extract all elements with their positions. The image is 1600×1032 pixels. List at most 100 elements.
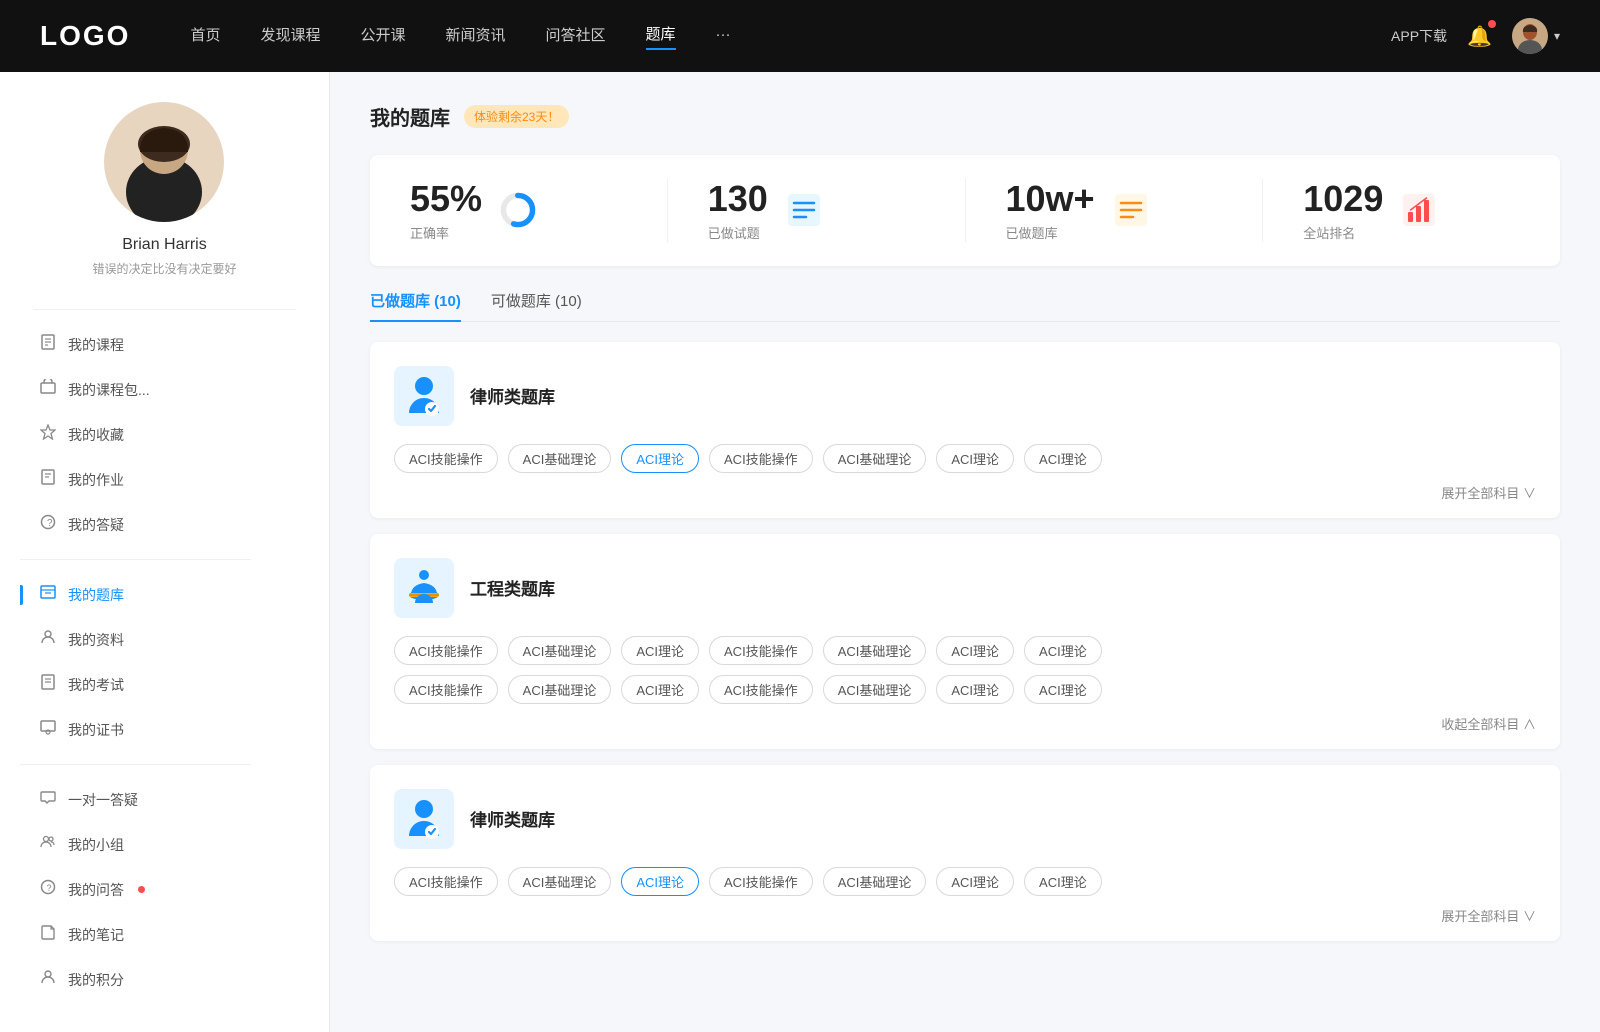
sidebar-item-one-on-one[interactable]: 一对一答疑 bbox=[20, 777, 309, 822]
bank-tag[interactable]: ACI理论 bbox=[1024, 444, 1102, 473]
sidebar-menu: 我的课程 我的课程包... 我的收藏 我的作业 bbox=[0, 322, 329, 1002]
stats-card: 55% 正确率 130 已做试题 bbox=[370, 155, 1560, 266]
stat-correct-rate: 55% 正确率 bbox=[370, 179, 668, 242]
group-icon bbox=[40, 834, 56, 855]
sidebar-item-profile-data[interactable]: 我的资料 bbox=[20, 617, 309, 662]
bank-tag[interactable]: ACI理论 bbox=[936, 636, 1014, 665]
nav-more[interactable]: ··· bbox=[716, 26, 731, 47]
expand-button-lawyer-1[interactable]: 展开全部科目 ∨ bbox=[1441, 483, 1536, 502]
sidebar-item-notes[interactable]: 我的笔记 bbox=[20, 912, 309, 957]
bank-tag[interactable]: ACI基础理论 bbox=[823, 636, 927, 665]
profile-motto: 错误的决定比没有决定要好 bbox=[92, 260, 236, 277]
sidebar-label-points: 我的积分 bbox=[68, 970, 124, 990]
bank-header-lawyer-1: 律师类题库 bbox=[394, 366, 1536, 426]
nav-discover[interactable]: 发现课程 bbox=[260, 24, 320, 49]
notification-bell[interactable]: 🔔 bbox=[1467, 24, 1492, 49]
bank-tag[interactable]: ACI理论 bbox=[621, 636, 699, 665]
bank-tag[interactable]: ACI理论 bbox=[621, 675, 699, 704]
bank-tag-active[interactable]: ACI理论 bbox=[621, 444, 699, 473]
bank-tabs: 已做题库 (10) 可做题库 (10) bbox=[370, 290, 1560, 322]
stat-value-correct: 55% bbox=[410, 179, 482, 219]
stat-value-ranking: 1029 bbox=[1303, 179, 1383, 219]
bank-tag[interactable]: ACI基础理论 bbox=[508, 675, 612, 704]
tab-available-banks[interactable]: 可做题库 (10) bbox=[491, 290, 582, 321]
profile-data-icon bbox=[40, 629, 56, 650]
homework-icon bbox=[40, 469, 56, 490]
nav-open-course[interactable]: 公开课 bbox=[360, 24, 405, 49]
sidebar-divider-top bbox=[33, 309, 296, 310]
sidebar: Brian Harris 错误的决定比没有决定要好 我的课程 我的课程包... bbox=[0, 72, 330, 1032]
nav-qa[interactable]: 问答社区 bbox=[546, 24, 606, 49]
sidebar-item-questions[interactable]: ? 我的答疑 bbox=[20, 502, 309, 547]
bank-tag[interactable]: ACI技能操作 bbox=[394, 444, 498, 473]
bank-tag[interactable]: ACI理论 bbox=[1024, 867, 1102, 896]
bank-tag[interactable]: ACI理论 bbox=[1024, 675, 1102, 704]
bank-tag[interactable]: ACI基础理论 bbox=[823, 867, 927, 896]
nav-bank[interactable]: 题库 bbox=[646, 23, 676, 50]
nav-home[interactable]: 首页 bbox=[190, 24, 220, 49]
page-header: 我的题库 体验剩余23天！ bbox=[370, 102, 1560, 131]
points-icon bbox=[40, 969, 56, 990]
bank-tag[interactable]: ACI技能操作 bbox=[394, 867, 498, 896]
stat-text-ranking: 1029 全站排名 bbox=[1303, 179, 1383, 242]
bank-tag[interactable]: ACI技能操作 bbox=[709, 675, 813, 704]
header: LOGO 首页 发现课程 公开课 新闻资讯 问答社区 题库 ··· APP下载 … bbox=[0, 0, 1600, 72]
bank-tag-active[interactable]: ACI理论 bbox=[621, 867, 699, 896]
sidebar-label-profile-data: 我的资料 bbox=[68, 630, 124, 650]
page-title: 我的题库 bbox=[370, 102, 450, 131]
bank-tag[interactable]: ACI基础理论 bbox=[823, 444, 927, 473]
sidebar-item-points[interactable]: 我的积分 bbox=[20, 957, 309, 1002]
sidebar-item-course[interactable]: 我的课程 bbox=[20, 322, 309, 367]
sidebar-label-exam: 我的考试 bbox=[68, 675, 124, 695]
sidebar-item-exam[interactable]: 我的考试 bbox=[20, 662, 309, 707]
expand-button-lawyer-2[interactable]: 展开全部科目 ∨ bbox=[1441, 906, 1536, 925]
sidebar-label-my-questions: 我的问答 bbox=[68, 880, 124, 900]
bank-tag[interactable]: ACI技能操作 bbox=[709, 444, 813, 473]
bank-tag[interactable]: ACI技能操作 bbox=[394, 675, 498, 704]
sidebar-divider-mid bbox=[20, 559, 251, 560]
app-download-link[interactable]: APP下载 bbox=[1391, 26, 1447, 46]
bank-section-lawyer-1: 律师类题库 ACI技能操作 ACI基础理论 ACI理论 ACI技能操作 ACI基… bbox=[370, 342, 1560, 518]
nav-news[interactable]: 新闻资讯 bbox=[446, 24, 506, 49]
sidebar-label-certificate: 我的证书 bbox=[68, 720, 124, 740]
stat-label-correct: 正确率 bbox=[410, 223, 482, 242]
collapse-button-engineer[interactable]: 收起全部科目 ∧ bbox=[1441, 714, 1536, 733]
profile-avatar bbox=[104, 102, 224, 222]
bank-tag[interactable]: ACI技能操作 bbox=[709, 867, 813, 896]
bank-tag[interactable]: ACI基础理论 bbox=[823, 675, 927, 704]
bank-tag[interactable]: ACI技能操作 bbox=[394, 636, 498, 665]
page-layout: Brian Harris 错误的决定比没有决定要好 我的课程 我的课程包... bbox=[0, 72, 1600, 1032]
list-orange-icon bbox=[1111, 190, 1151, 230]
bank-tag[interactable]: ACI技能操作 bbox=[709, 636, 813, 665]
sidebar-item-homework[interactable]: 我的作业 bbox=[20, 457, 309, 502]
bank-header-engineer: 工程类题库 bbox=[394, 558, 1536, 618]
questions-icon: ? bbox=[40, 514, 56, 535]
avatar bbox=[1512, 18, 1548, 54]
sidebar-item-certificate[interactable]: 我的证书 bbox=[20, 707, 309, 752]
svg-text:?: ? bbox=[47, 518, 53, 529]
stat-done-banks: 10w+ 已做题库 bbox=[966, 179, 1264, 242]
bank-tag[interactable]: ACI基础理论 bbox=[508, 636, 612, 665]
sidebar-item-my-questions[interactable]: ? 我的问答 bbox=[20, 867, 309, 912]
sidebar-item-course-package[interactable]: 我的课程包... bbox=[20, 367, 309, 412]
bank-tag[interactable]: ACI基础理论 bbox=[508, 867, 612, 896]
sidebar-label-course-package: 我的课程包... bbox=[68, 380, 150, 400]
stat-label-done: 已做试题 bbox=[708, 223, 768, 242]
bank-tag[interactable]: ACI理论 bbox=[936, 444, 1014, 473]
stat-done-questions: 130 已做试题 bbox=[668, 179, 966, 242]
user-avatar-menu[interactable]: ▾ bbox=[1512, 18, 1560, 54]
tab-done-banks[interactable]: 已做题库 (10) bbox=[370, 290, 461, 321]
bank-tag[interactable]: ACI基础理论 bbox=[508, 444, 612, 473]
course-package-icon bbox=[40, 379, 56, 400]
bank-footer-lawyer-2: 展开全部科目 ∨ bbox=[394, 906, 1536, 925]
sidebar-item-favorites[interactable]: 我的收藏 bbox=[20, 412, 309, 457]
sidebar-label-favorites: 我的收藏 bbox=[68, 425, 124, 445]
sidebar-item-bank[interactable]: 我的题库 bbox=[20, 572, 309, 617]
bank-tag[interactable]: ACI理论 bbox=[936, 675, 1014, 704]
sidebar-item-group[interactable]: 我的小组 bbox=[20, 822, 309, 867]
bank-tag[interactable]: ACI理论 bbox=[936, 867, 1014, 896]
bank-tag[interactable]: ACI理论 bbox=[1024, 636, 1102, 665]
stat-label-banks: 已做题库 bbox=[1006, 223, 1095, 242]
bank-section-lawyer-2: 律师类题库 ACI技能操作 ACI基础理论 ACI理论 ACI技能操作 ACI基… bbox=[370, 765, 1560, 941]
bank-footer-lawyer-1: 展开全部科目 ∨ bbox=[394, 483, 1536, 502]
